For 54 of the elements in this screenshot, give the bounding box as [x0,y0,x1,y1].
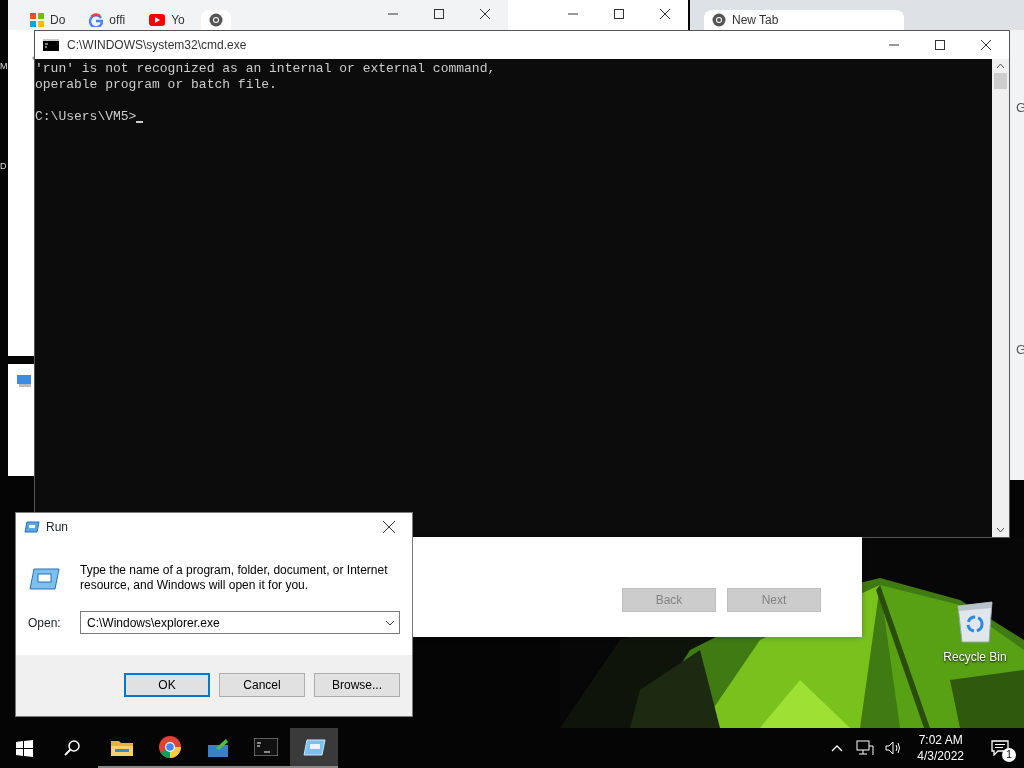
dialog-title: Run [46,519,69,536]
network-icon[interactable] [856,740,875,756]
browser-tab[interactable]: Yo [141,10,193,30]
dialog-button[interactable]: Cancel [219,673,305,697]
scroll-thumb[interactable] [994,73,1007,89]
notification-count: 1 [1002,748,1016,762]
dialog-description: Type the name of a program, folder, document, or Internet resource, and Windows will open it for you. [80,563,389,593]
close-icon[interactable] [981,40,991,50]
maximize-icon[interactable] [614,9,624,19]
dialog-button[interactable]: OK [124,673,210,697]
run-icon [28,567,60,591]
console-prompt: C:\Users\VM5> [35,109,137,125]
browser-tab[interactable]: New Tab [704,10,904,30]
chevron-down-icon[interactable] [385,620,395,626]
console-output: 'run' is not recognized as an internal or external command, [35,61,497,77]
console-icon [43,39,59,51]
window-text: D [0,160,7,173]
maximize-icon[interactable] [935,40,945,50]
close-icon[interactable] [660,9,670,19]
window-title: C:\WINDOWS\system32\cmd.exe [67,37,248,54]
window-text: M [0,60,8,73]
time-text: 7:02 AM [917,732,964,748]
field-label: Open: [28,614,62,632]
date-text: 4/3/2022 [917,748,964,764]
setup-icon [16,374,32,388]
run-icon[interactable] [302,738,326,756]
folder-icon[interactable] [111,738,133,756]
four-squares-icon [30,13,44,27]
browser-tab[interactable]: Do [22,10,74,30]
round-logo-icon [208,13,223,27]
close-icon[interactable] [383,521,395,533]
chevron-up-icon[interactable] [831,743,844,753]
run-icon [24,521,40,533]
speech-bubble-icon[interactable] [991,740,1009,756]
notifications-button[interactable]: 1 [976,728,1024,768]
round-logo-icon [712,13,726,27]
maximize-icon[interactable] [434,9,444,19]
search-icon[interactable] [64,740,80,756]
play-icon [149,14,166,26]
close-icon[interactable] [480,9,490,19]
scrollbar[interactable] [992,59,1009,537]
speaker-icon[interactable] [884,740,902,756]
clock-button[interactable]: 7:02 AM 4/3/2022 [909,732,972,764]
run-button[interactable] [290,728,338,768]
windows-logo-icon[interactable] [15,739,33,757]
round-logo-icon[interactable] [159,736,181,758]
combo-box[interactable]: C:\Windows\explorer.exe [80,611,400,634]
text-cursor [136,121,144,123]
browser-tab[interactable] [200,10,231,30]
console-output: operable program or batch file. [35,77,278,93]
browser-tab[interactable]: offi [81,10,134,30]
terminal-icon[interactable] [254,738,278,756]
g-letter-icon [89,13,104,27]
dialog-button[interactable]: Browse... [314,673,400,697]
